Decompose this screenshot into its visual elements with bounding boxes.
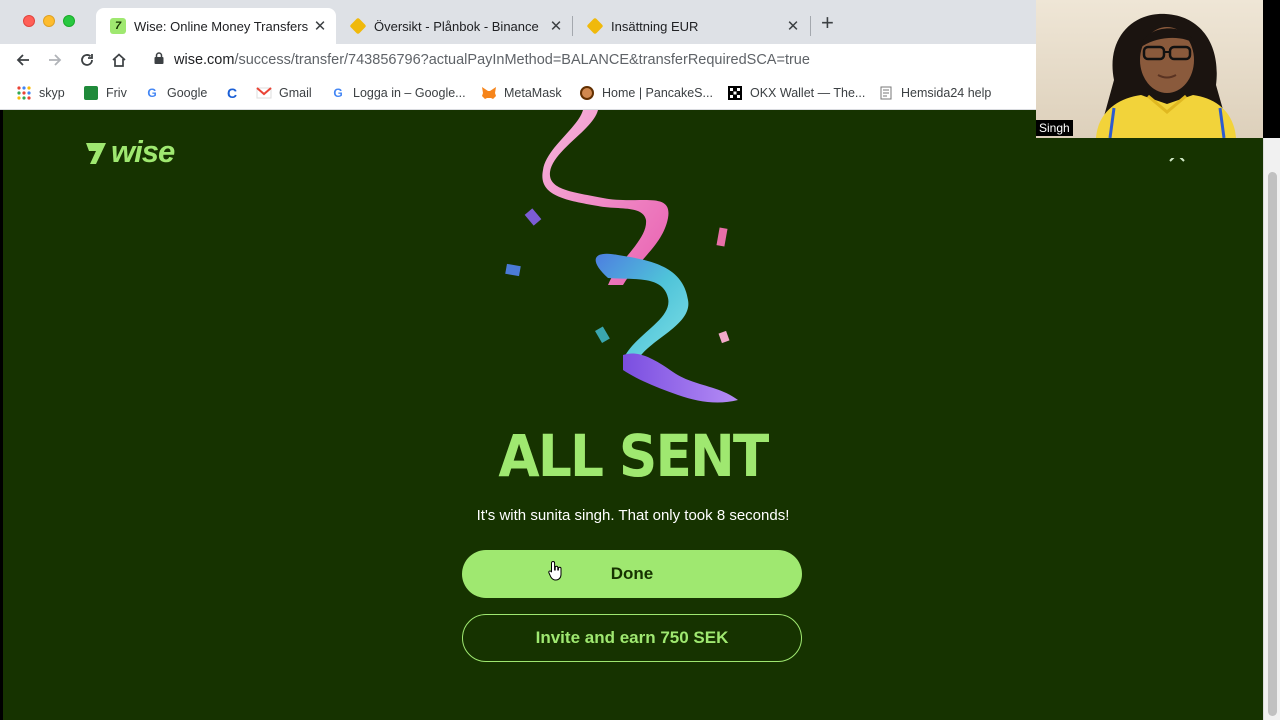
tab-wise[interactable]: 7 Wise: Online Money Transfers | ✕ xyxy=(96,8,336,44)
hand-pointer-cursor-icon xyxy=(548,560,562,581)
bookmark-label: Home | PancakeS... xyxy=(602,86,713,100)
success-headline: ALL SENT xyxy=(498,422,769,490)
bookmark-skyp[interactable]: skyp xyxy=(16,84,65,102)
bookmark-metamask[interactable]: MetaMask xyxy=(481,84,562,102)
bookmark-label: Friv xyxy=(106,86,127,100)
google-icon: G xyxy=(147,86,157,100)
gmail-icon xyxy=(256,85,272,101)
bookmark-okx[interactable]: OKX Wallet — The... xyxy=(727,84,865,102)
wise-success-page: wise ALL SENT It's with sunita singh. Th… xyxy=(3,110,1263,720)
presenter-avatar xyxy=(1096,13,1236,138)
minimize-window-button[interactable] xyxy=(43,15,55,27)
apps-grid-icon xyxy=(16,85,32,101)
bookmark-google[interactable]: G Google xyxy=(144,84,207,102)
maximize-window-button[interactable] xyxy=(63,15,75,27)
new-tab-button[interactable]: + xyxy=(821,11,834,35)
wise-logo-text: wise xyxy=(111,134,175,169)
confetti-ribbon-illustration xyxy=(505,110,738,403)
page-scrollbar[interactable] xyxy=(1263,138,1280,720)
done-button[interactable]: Done xyxy=(462,550,802,598)
screen: 7 Wise: Online Money Transfers | ✕ Övers… xyxy=(0,0,1280,720)
scrollbar-thumb[interactable] xyxy=(1268,172,1277,716)
binance-icon xyxy=(349,17,367,35)
tab-binance-overview[interactable]: Översikt - Plånbok - Binance ✕ xyxy=(336,8,572,44)
home-icon[interactable] xyxy=(107,48,131,72)
participant-name-label: Singh xyxy=(1036,120,1073,136)
wise-logo[interactable]: wise xyxy=(83,136,195,168)
bookmark-google-login[interactable]: G Logga in – Google... xyxy=(330,84,466,102)
bookmark-friv[interactable]: Friv xyxy=(83,84,127,102)
pancakeswap-icon xyxy=(579,85,595,101)
binance-icon xyxy=(586,17,604,35)
webcam-overlay: Singh xyxy=(1036,0,1263,138)
tab-title: Insättning EUR xyxy=(611,18,699,34)
bookmark-label: MetaMask xyxy=(504,86,562,100)
bookmarks-bar: skyp Friv G Google C Gmail G Logga in – … xyxy=(0,76,1036,110)
wise-icon: 7 xyxy=(110,18,126,34)
c-icon: C xyxy=(226,85,238,101)
bookmark-label: Gmail xyxy=(279,86,312,100)
reload-icon[interactable] xyxy=(75,48,99,72)
bookmark-label: skyp xyxy=(39,86,65,100)
url-path: /success/transfer/743856796?actualPayInM… xyxy=(234,52,810,68)
bookmark-label: Hemsida24 help xyxy=(901,86,992,100)
bookmark-pancakeswap[interactable]: Home | PancakeS... xyxy=(579,84,713,102)
bookmark-c[interactable]: C xyxy=(224,84,247,102)
browser-toolbar: wise.com/success/transfer/743856796?actu… xyxy=(0,44,1036,76)
metamask-fox-icon xyxy=(481,85,497,101)
close-tab-icon[interactable]: ✕ xyxy=(310,17,330,35)
success-message: It's with sunita singh. That only took 8… xyxy=(476,507,790,524)
friv-icon xyxy=(83,85,99,101)
bookmark-gmail[interactable]: Gmail xyxy=(256,84,312,102)
tab-divider xyxy=(810,16,811,36)
tab-title: Wise: Online Money Transfers | xyxy=(134,18,310,34)
tab-title: Översikt - Plånbok - Binance xyxy=(374,18,539,34)
bookmark-label: OKX Wallet — The... xyxy=(750,86,866,100)
browser-tab-bar: 7 Wise: Online Money Transfers | ✕ Övers… xyxy=(0,0,1036,44)
url-host: wise.com xyxy=(174,52,235,68)
page-background-strip xyxy=(1036,138,1263,158)
wise-flag-icon xyxy=(86,143,106,164)
close-tab-icon[interactable]: ✕ xyxy=(546,17,566,35)
bookmark-label: Google xyxy=(167,86,208,100)
invite-and-earn-button[interactable]: Invite and earn 750 SEK xyxy=(462,614,802,662)
close-tab-icon[interactable]: ✕ xyxy=(783,17,803,35)
close-window-button[interactable] xyxy=(23,15,35,27)
back-arrow-icon[interactable] xyxy=(11,48,35,72)
bookmark-label: Logga in – Google... xyxy=(353,86,466,100)
okx-icon xyxy=(727,85,743,101)
tab-binance-deposit[interactable]: Insättning EUR ✕ xyxy=(573,8,809,44)
lock-icon[interactable] xyxy=(154,52,164,68)
forward-arrow-icon[interactable] xyxy=(43,48,67,72)
page-icon xyxy=(878,85,894,101)
address-bar[interactable]: wise.com/success/transfer/743856796?actu… xyxy=(146,45,1036,75)
bookmark-hemsida24[interactable]: Hemsida24 help xyxy=(878,84,991,102)
google-icon: G xyxy=(333,86,343,100)
